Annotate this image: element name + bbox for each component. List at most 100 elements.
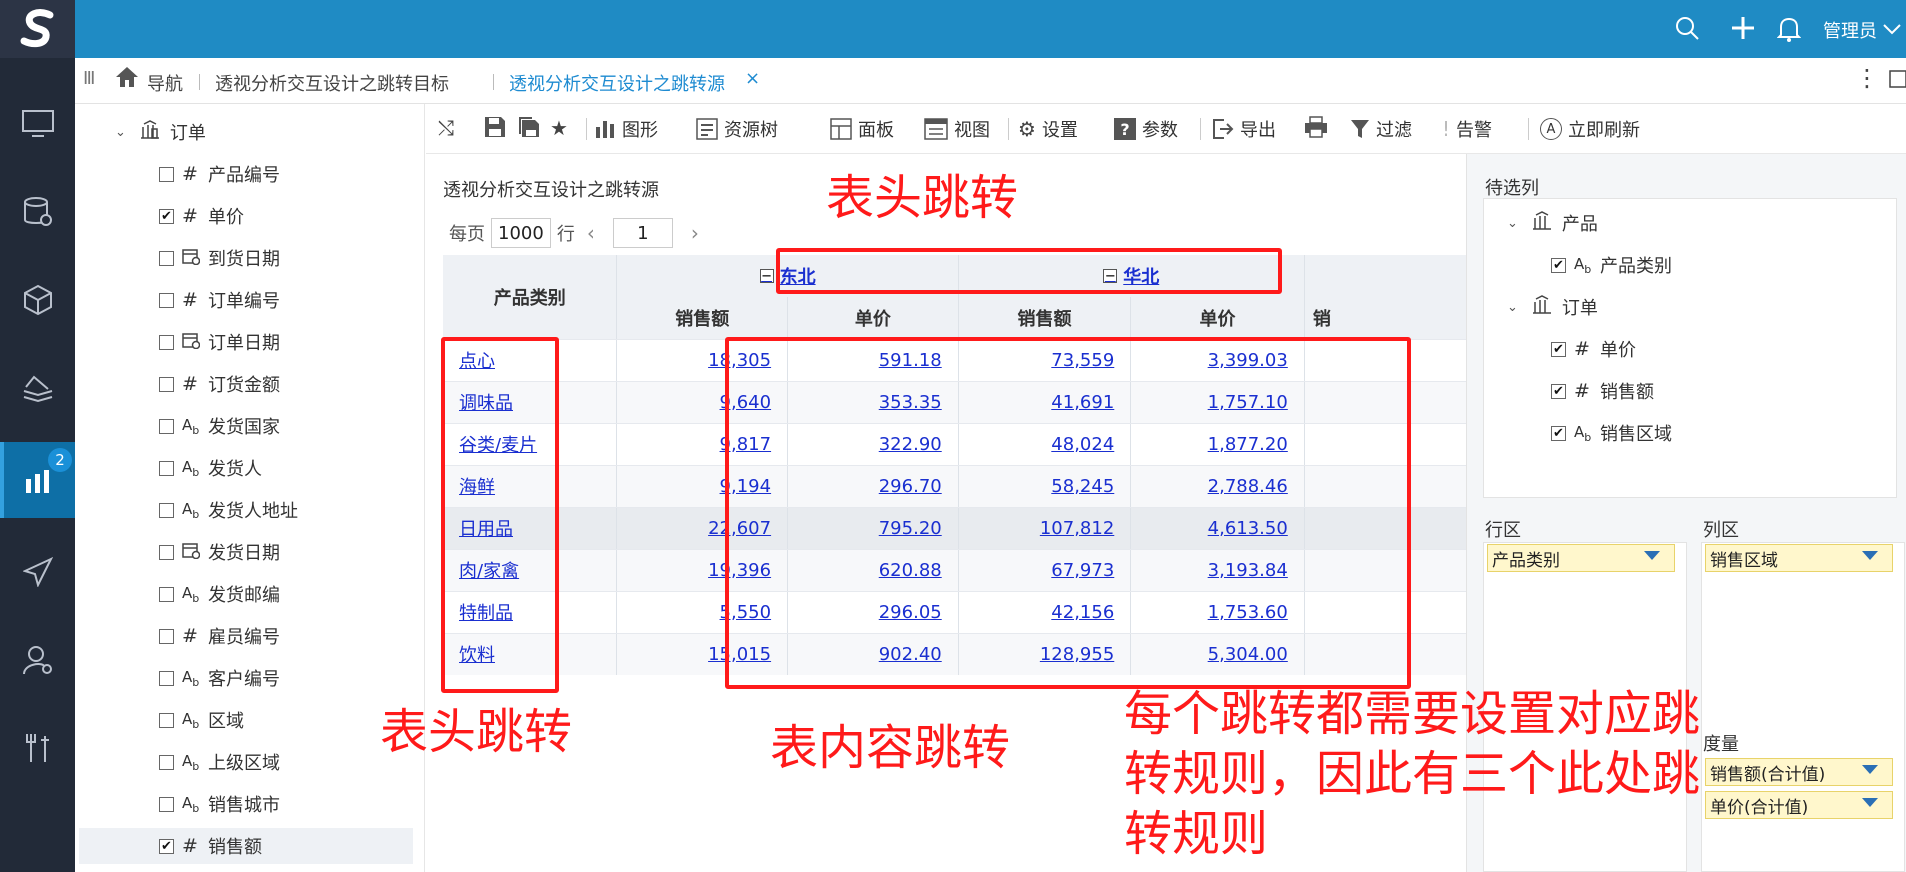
- field-product-category[interactable]: ✔ Ab 产品类别: [1551, 252, 1672, 278]
- panel-button[interactable]: 面板: [830, 116, 894, 142]
- field-item[interactable]: Ab 上级区域: [159, 744, 280, 780]
- checkbox[interactable]: [159, 544, 174, 560]
- settings-button[interactable]: ⚙ 设置: [1018, 116, 1078, 142]
- field-label: 到货日期: [208, 249, 280, 270]
- field-item[interactable]: Ab 客户编号: [159, 660, 280, 696]
- measure-pill-unit-price[interactable]: 单价(合计值): [1705, 791, 1893, 819]
- tools-icon[interactable]: [0, 710, 75, 786]
- checkbox[interactable]: [159, 670, 174, 686]
- checkbox[interactable]: [159, 586, 174, 602]
- column-field-pill[interactable]: 销售区域: [1705, 544, 1893, 572]
- tree-node-product[interactable]: ⌄ 产品: [1507, 210, 1598, 236]
- text-type-icon: Ab: [182, 793, 200, 815]
- layers-icon[interactable]: [0, 350, 75, 426]
- checkbox[interactable]: [159, 628, 174, 644]
- measure-pill-sales[interactable]: 销售额(合计值): [1705, 758, 1893, 786]
- save-icon[interactable]: [484, 116, 506, 138]
- date-type-icon: [182, 541, 208, 564]
- checkbox[interactable]: [159, 292, 174, 308]
- row-field-pill[interactable]: 产品类别: [1487, 544, 1675, 572]
- tab-jump-source[interactable]: 透视分析交互设计之跳转源: [509, 70, 725, 96]
- export-button[interactable]: 导出: [1212, 116, 1276, 142]
- menu-toggle-icon[interactable]: Ⅲ: [83, 68, 95, 89]
- checkbox[interactable]: [159, 166, 174, 182]
- close-tab-icon[interactable]: ×: [745, 68, 760, 89]
- checkbox[interactable]: [159, 334, 174, 350]
- chart-button[interactable]: 图形: [594, 116, 658, 142]
- favorite-icon[interactable]: ★: [550, 116, 574, 140]
- annotation-box-row-header: [441, 337, 559, 693]
- field-item[interactable]: # 雇员编号: [159, 618, 280, 654]
- page-size-input[interactable]: 1000: [491, 218, 551, 248]
- prev-page-icon[interactable]: ‹: [587, 221, 595, 245]
- checkbox: ✔: [1551, 383, 1566, 399]
- bell-icon[interactable]: [1776, 16, 1802, 47]
- params-button[interactable]: ? 参数: [1114, 116, 1178, 142]
- tab-jump-target[interactable]: 透视分析交互设计之跳转目标: [215, 70, 449, 96]
- page-number-input[interactable]: 1: [612, 218, 673, 248]
- date-type-icon: [182, 247, 208, 270]
- field-item[interactable]: Ab 销售城市: [159, 786, 280, 822]
- search-icon[interactable]: [1675, 16, 1699, 45]
- tree-node-order[interactable]: ⌄ 订单: [115, 114, 206, 150]
- checkbox[interactable]: [159, 460, 174, 476]
- field-item[interactable]: Ab 发货邮编: [159, 576, 280, 612]
- refresh-button[interactable]: A 立即刷新: [1540, 116, 1640, 142]
- checkbox[interactable]: [159, 754, 174, 770]
- field-item[interactable]: # 订单编号: [159, 282, 280, 318]
- cube-icon[interactable]: [0, 262, 75, 338]
- field-item[interactable]: 发货日期: [159, 534, 280, 570]
- checkbox[interactable]: [159, 376, 174, 392]
- checkbox[interactable]: [159, 502, 174, 518]
- checkbox[interactable]: [159, 250, 174, 266]
- field-item[interactable]: # 产品编号: [159, 156, 280, 192]
- field-item[interactable]: Ab 发货人: [159, 450, 262, 486]
- annotation-header-jump-left: 表头跳转: [380, 704, 573, 760]
- field-label: 销售城市: [208, 795, 280, 816]
- home-icon[interactable]: [115, 66, 139, 93]
- user-menu[interactable]: 管理员: [1823, 17, 1877, 43]
- checkbox[interactable]: [159, 418, 174, 434]
- field-item[interactable]: 订单日期: [159, 324, 280, 360]
- user-settings-icon[interactable]: [0, 622, 75, 698]
- tree-node-order[interactable]: ⌄ 订单: [1507, 294, 1598, 320]
- field-item[interactable]: Ab 发货人地址: [159, 492, 298, 528]
- field-item[interactable]: ✔ # 销售额: [79, 828, 413, 864]
- tab-nav[interactable]: 导航: [147, 70, 183, 96]
- top-bar: 管理员: [75, 0, 1906, 58]
- print-icon[interactable]: [1304, 116, 1328, 138]
- field-item[interactable]: 到货日期: [159, 240, 280, 276]
- maximize-icon[interactable]: [1889, 70, 1906, 93]
- number-type-icon: #: [182, 289, 198, 311]
- field-item[interactable]: # 订货金额: [159, 366, 280, 402]
- field-item[interactable]: Ab 区域: [159, 702, 244, 738]
- jump-icon[interactable]: ⤭: [438, 116, 460, 140]
- field-sales[interactable]: ✔ # 销售额: [1551, 378, 1654, 404]
- view-button[interactable]: 视图: [924, 116, 990, 142]
- resource-tree-button[interactable]: 资源树: [696, 116, 778, 142]
- checkbox[interactable]: ✔: [159, 208, 174, 224]
- field-item[interactable]: Ab 发货国家: [159, 408, 280, 444]
- next-page-icon[interactable]: ›: [691, 221, 699, 245]
- save-as-icon[interactable]: [518, 116, 540, 138]
- checkbox[interactable]: ✔: [159, 838, 174, 854]
- alarm-button[interactable]: ! 告警: [1442, 116, 1492, 142]
- more-options-icon[interactable]: ⋮: [1855, 64, 1879, 92]
- rows-label: 行: [556, 224, 575, 245]
- checkbox: ✔: [1551, 425, 1566, 441]
- send-icon[interactable]: [0, 534, 75, 610]
- chevron-down-icon[interactable]: ⌄: [115, 125, 126, 140]
- collapse-icon[interactable]: −: [759, 269, 774, 283]
- field-unit-price[interactable]: ✔ # 单价: [1551, 336, 1636, 362]
- add-icon[interactable]: [1731, 16, 1755, 45]
- checkbox[interactable]: [159, 796, 174, 812]
- datasource-icon[interactable]: [0, 174, 75, 250]
- filter-button[interactable]: 过滤: [1350, 116, 1412, 142]
- desktop-icon[interactable]: [0, 86, 75, 162]
- checkbox[interactable]: [159, 712, 174, 728]
- field-item[interactable]: ✔ # 单价: [159, 198, 244, 234]
- annotation-note-line: 转规则，因此有三个此处跳: [1124, 746, 1701, 802]
- field-sales-region[interactable]: ✔ Ab 销售区域: [1551, 420, 1672, 446]
- analysis-icon[interactable]: 2: [0, 442, 75, 518]
- chevron-down-icon[interactable]: [1883, 20, 1901, 40]
